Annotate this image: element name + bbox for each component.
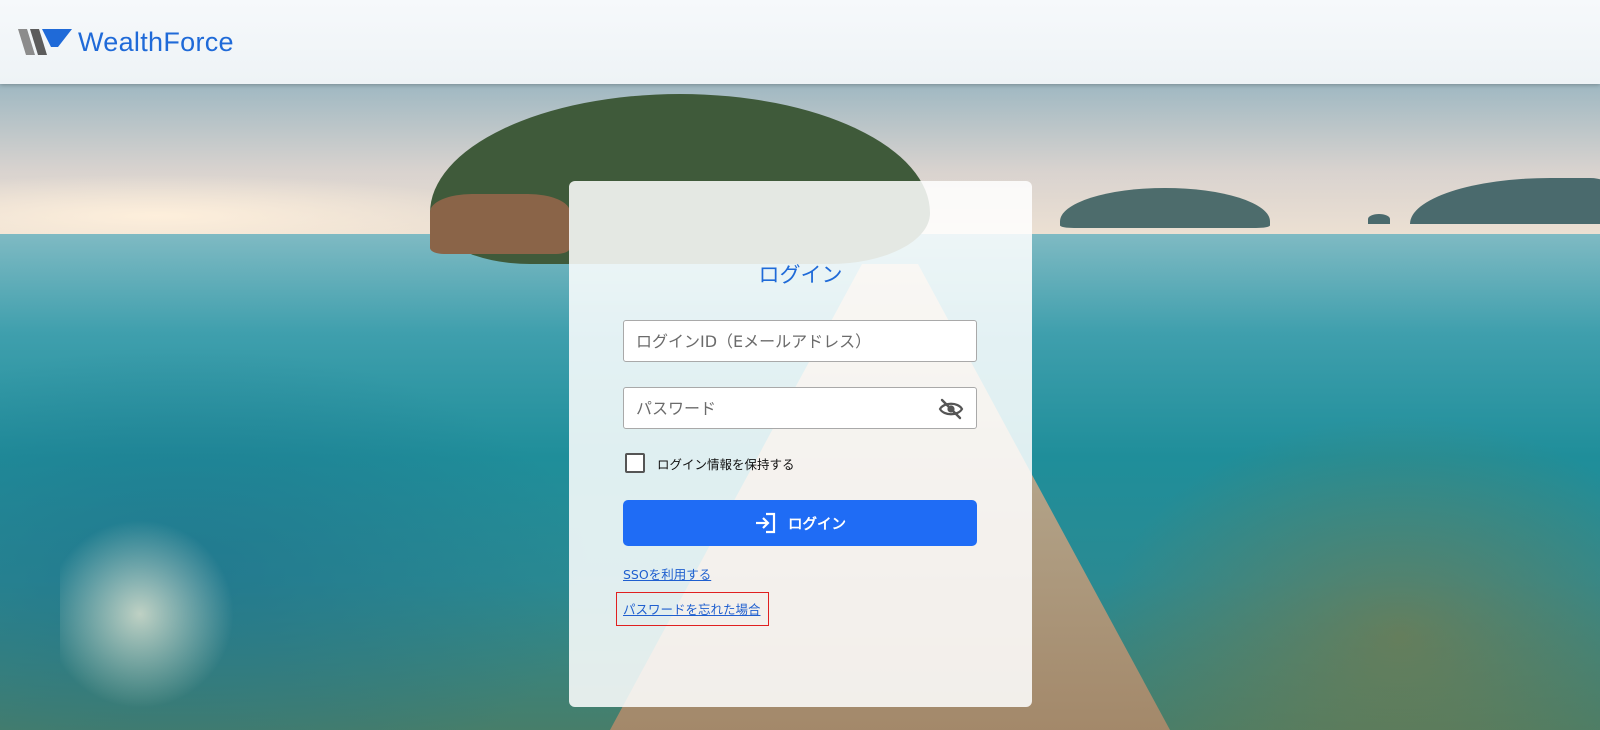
login-arrow-icon <box>756 512 776 534</box>
login-id-field[interactable] <box>623 320 977 362</box>
login-card: ログイン ログイン情報を保持する ログイン SSOを利用する パスワードを忘れた… <box>569 181 1032 707</box>
password-input[interactable] <box>624 388 976 428</box>
reef <box>1100 414 1600 730</box>
login-id-input[interactable] <box>624 321 976 361</box>
password-field[interactable] <box>623 387 977 429</box>
eye-off-icon[interactable] <box>938 398 964 420</box>
login-title: ログイン <box>758 263 843 287</box>
login-button[interactable]: ログイン <box>623 500 977 546</box>
island-rock <box>430 194 570 254</box>
remember-login[interactable]: ログイン情報を保持する <box>625 453 795 473</box>
brand-logo[interactable]: WealthForce <box>18 22 234 62</box>
sso-link[interactable]: SSOを利用する <box>623 564 711 583</box>
forgot-password-link[interactable]: パスワードを忘れた場合 <box>623 599 761 618</box>
wealthforce-logo-icon <box>18 29 72 55</box>
top-header: WealthForce <box>0 0 1600 84</box>
water-glitter <box>60 514 260 714</box>
login-button-label: ログイン <box>788 516 846 533</box>
brand-name-part2: Force <box>163 26 234 57</box>
remember-label: ログイン情報を保持する <box>657 456 795 472</box>
brand-name-part1: Wealth <box>78 26 164 57</box>
brand-name: WealthForce <box>78 27 234 58</box>
remember-checkbox[interactable] <box>625 453 645 473</box>
distant-islet <box>1368 214 1390 224</box>
